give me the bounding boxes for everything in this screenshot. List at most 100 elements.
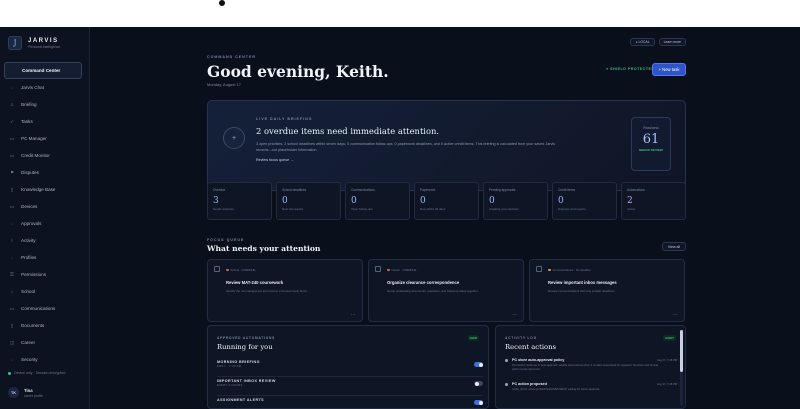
sidebar-item-label: Jarvis Chat	[21, 85, 44, 90]
sidebar-item-label: Career	[21, 340, 36, 345]
stat-card-overdue[interactable]: Overdue 3 Needs attention	[207, 182, 272, 220]
sidebar-item-label: Approvals	[21, 221, 42, 226]
sidebar-item-devices[interactable]: ▭ Devices	[4, 198, 82, 215]
readiness-score: Readiness 61 NEEDS REVIEW	[631, 117, 671, 171]
briefing-eyebrow: LIVE DAILY BRIEFING	[256, 117, 313, 121]
current-date: Monday, August 17	[207, 82, 241, 87]
automation-toggle[interactable]	[474, 381, 483, 386]
task-checkbox[interactable]	[375, 266, 381, 272]
sidebar-item-knowledge-base[interactable]: ▯ Knowledge Base	[4, 181, 82, 198]
task-title: Organize clearance correspondence	[387, 280, 460, 285]
automation-item: ASSIGNMENT ALERTS	[217, 398, 483, 409]
stat-value: 0	[420, 196, 426, 206]
app-window: J JARVIS Personal intelligence Command C…	[0, 27, 800, 409]
sidebar-item-label: Disputes	[21, 170, 39, 175]
brand-name: JARVIS	[28, 37, 59, 44]
school-icon: ⌂	[10, 289, 14, 294]
sidebar-item-tasks[interactable]: ✓ Tasks	[4, 113, 82, 130]
task-card[interactable]: School · OVERDUE Review MAT-240 coursewor…	[207, 259, 363, 322]
stat-card-automations[interactable]: Automations 2 Active	[621, 182, 686, 220]
task-title: Review important inbox messages	[548, 280, 617, 285]
more-options-icon[interactable]: ⋯	[351, 312, 356, 318]
sidebar-item-activity[interactable]: ⌇ Activity	[4, 232, 82, 249]
divider	[217, 376, 483, 377]
top-actions: ● LOCAL Learn more	[630, 38, 686, 46]
stats-row: Overdue 3 Needs attention School deadlines 0…	[207, 182, 686, 220]
readiness-label: Readiness	[643, 126, 659, 130]
learn-more-button[interactable]: Learn more	[658, 38, 686, 46]
task-checkbox[interactable]	[536, 266, 542, 272]
local-mode-chip[interactable]: ● LOCAL	[630, 38, 655, 46]
stat-subtext: Open follow-ups	[351, 207, 373, 211]
automation-toggle[interactable]	[474, 362, 483, 367]
stat-value: 3	[213, 196, 219, 206]
priority-dot-icon	[387, 268, 390, 272]
automation-toggle[interactable]	[474, 400, 483, 405]
more-options-icon[interactable]: ⋯	[673, 312, 678, 318]
more-options-icon[interactable]: ⋯	[512, 312, 517, 318]
stat-card-credit-items[interactable]: Credit items 0 Disputes and reports	[552, 182, 617, 220]
stat-subtext: Next two weeks	[282, 207, 304, 211]
task-card[interactable]: Communications · No deadline Review impor…	[529, 259, 685, 322]
devices-icon: ▭	[9, 203, 15, 209]
sidebar-item-jarvis-chat[interactable]: ◌ Jarvis Chat	[4, 79, 82, 96]
activity-scrollbar[interactable]	[680, 330, 683, 406]
sidebar-item-briefing[interactable]: ≡ Briefing	[4, 96, 82, 113]
tasks-icon: ✓	[10, 118, 14, 124]
sidebar-item-label: School	[21, 289, 36, 294]
stat-value: 0	[558, 196, 564, 206]
sidebar-item-school[interactable]: ⌂ School	[4, 283, 82, 300]
stat-label: Communications	[351, 188, 375, 192]
sidebar-item-disputes[interactable]: ⚑ Disputes	[4, 164, 82, 181]
briefing-title: 2 overdue items need immediate attention…	[256, 126, 440, 136]
sidebar-item-label: Permissions	[21, 272, 47, 277]
sidebar-item-security[interactable]: ◌ Security	[4, 351, 82, 368]
sidebar-item-permissions[interactable]: ⚿ Permissions	[4, 266, 82, 283]
sidebar-item-career[interactable]: ◫ Career	[4, 334, 82, 351]
task-description: Group outstanding documents, questions, …	[387, 289, 479, 293]
sidebar-item-credit-monitor[interactable]: ▭ Credit Monitor	[4, 147, 82, 164]
stat-label: Overdue	[213, 188, 226, 192]
view-all-button[interactable]: View all	[662, 242, 686, 251]
activity-panel: ACTIVITY LOG Recent actions AUDIT PC sto…	[495, 325, 686, 409]
brand[interactable]: J JARVIS Personal intelligence	[8, 36, 60, 50]
sidebar-item-pc-manager[interactable]: ▭ PC Manager	[4, 130, 82, 147]
automations-title: Running for you	[217, 343, 273, 351]
automation-name: IMPORTANT INBOX REVIEW	[217, 379, 276, 383]
stat-card-paperwork[interactable]: Paperwork 0 Due within 30 days	[414, 182, 479, 220]
stat-card-communications[interactable]: Communications 0 Open follow-ups	[345, 182, 410, 220]
activity-dot-icon	[505, 382, 508, 386]
local-mode-label: LOCAL	[638, 40, 650, 44]
main-content: ● LOCAL Learn more COMMAND CENTER Good e…	[90, 27, 800, 409]
automation-item: MORNING BRIEFING DAILY · 7:30 AM	[217, 360, 483, 377]
stat-value: 2	[627, 196, 633, 206]
user-profile[interactable]: TK Tina owner profile	[8, 387, 43, 398]
sidebar-item-label: Credit Monitor	[21, 153, 50, 158]
task-description: Identify the next assignment and reserve…	[226, 289, 308, 293]
documents-icon: ▯	[10, 322, 14, 328]
review-focus-queue-link[interactable]: Review focus queue →	[256, 158, 294, 162]
toggle-knob	[478, 362, 483, 367]
task-checkbox[interactable]	[214, 266, 220, 272]
sidebar-item-label: Command Center	[22, 68, 61, 73]
activity-description: Permission mode set to auto-approval: re…	[512, 364, 659, 371]
toggle-knob	[478, 400, 483, 405]
stat-card-pending-approvals[interactable]: Pending approvals 0 Awaiting your decision	[483, 182, 548, 220]
activity-time: Aug 17, 7:48 PM	[656, 382, 677, 386]
activity-item-header: PC action proposed Aug 17, 7:48 PM	[505, 382, 677, 386]
stat-card-school-deadlines[interactable]: School deadlines 0 Next two weeks	[276, 182, 341, 220]
new-task-button[interactable]: + New task	[652, 63, 686, 76]
sidebar-item-documents[interactable]: ▯ Documents	[4, 317, 82, 334]
sidebar-item-command-center[interactable]: Command Center	[4, 62, 82, 79]
activity-scroll-thumb[interactable]	[680, 330, 683, 372]
sidebar-item-communications[interactable]: ▭ Communications	[4, 300, 82, 317]
sidebar-item-profiles[interactable]: ◌ Profiles	[4, 249, 82, 266]
session-status: Device only · Session encrypted	[8, 371, 65, 375]
task-meta: Career · OVERDUE	[387, 268, 416, 272]
sidebar-item-approvals[interactable]: ◌ Approvals	[4, 215, 82, 232]
stat-subtext: Needs attention	[213, 207, 235, 211]
stat-value: 0	[351, 196, 357, 206]
task-meta: School · OVERDUE	[226, 268, 255, 272]
automation-name: MORNING BRIEFING	[217, 360, 260, 364]
task-card[interactable]: Career · OVERDUE Organize clearance corre…	[368, 259, 524, 322]
